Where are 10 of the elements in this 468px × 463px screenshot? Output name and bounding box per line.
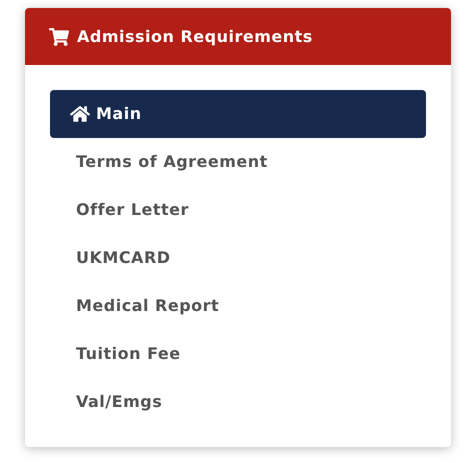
cart-icon — [49, 28, 69, 46]
menu-item[interactable]: Offer Letter — [50, 186, 426, 234]
menu-item[interactable]: Terms of Agreement — [50, 138, 426, 186]
menu-item[interactable]: Tuition Fee — [50, 330, 426, 378]
menu-item[interactable]: Main — [50, 90, 426, 138]
menu-item[interactable]: Val/Emgs — [50, 378, 426, 426]
menu-item[interactable]: UKMCARD — [50, 234, 426, 282]
card-title: Admission Requirements — [77, 26, 313, 48]
home-icon — [70, 105, 90, 123]
menu-item[interactable]: Medical Report — [50, 282, 426, 330]
